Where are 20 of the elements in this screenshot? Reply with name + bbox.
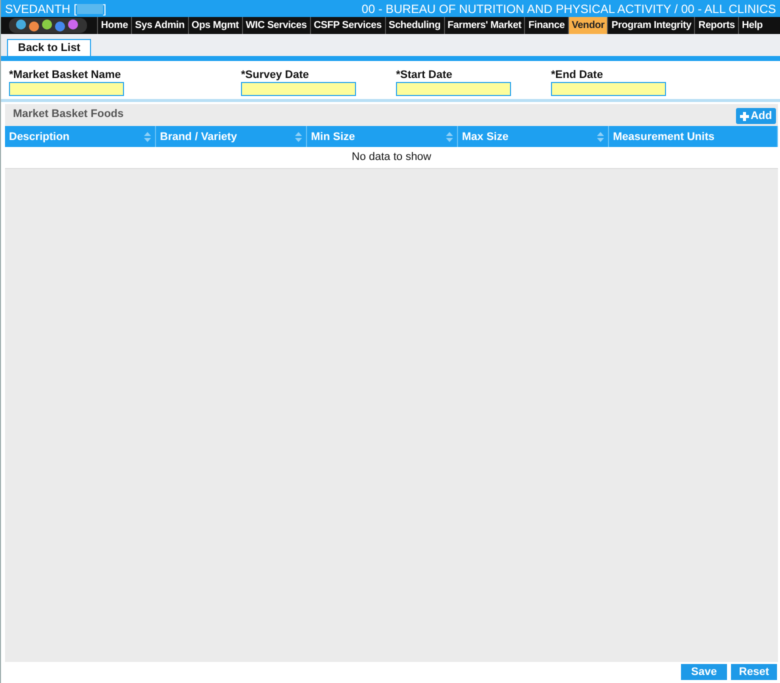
bracket-text: ] xyxy=(103,2,106,16)
input-field[interactable] xyxy=(551,82,666,96)
input-field[interactable] xyxy=(241,82,356,96)
field-label: *Market Basket Name xyxy=(9,69,122,81)
field-label: *End Date xyxy=(551,69,604,81)
plus-icon xyxy=(740,112,749,120)
back-to-list-tab[interactable]: Back to List xyxy=(7,39,92,56)
grid-title: Market Basket Foods xyxy=(13,108,124,122)
empty-message: No data to show xyxy=(5,147,778,169)
agency-title: 00 - BUREAU OF NUTRITION AND PHYSICAL ACTIVITY / 00 - ALL CLINICS xyxy=(362,2,776,16)
sort-icon xyxy=(597,132,604,142)
input-field[interactable] xyxy=(396,82,511,96)
sort-icon xyxy=(446,132,453,142)
field-label: *Start Date xyxy=(396,69,454,81)
field-label: *Survey Date xyxy=(241,69,310,81)
menu-item[interactable]: Vendor xyxy=(568,17,608,34)
user-name: SVEDANTH [ xyxy=(5,2,78,16)
sort-icon xyxy=(144,132,151,142)
sort-icon xyxy=(295,132,302,142)
input-field[interactable] xyxy=(9,82,124,96)
